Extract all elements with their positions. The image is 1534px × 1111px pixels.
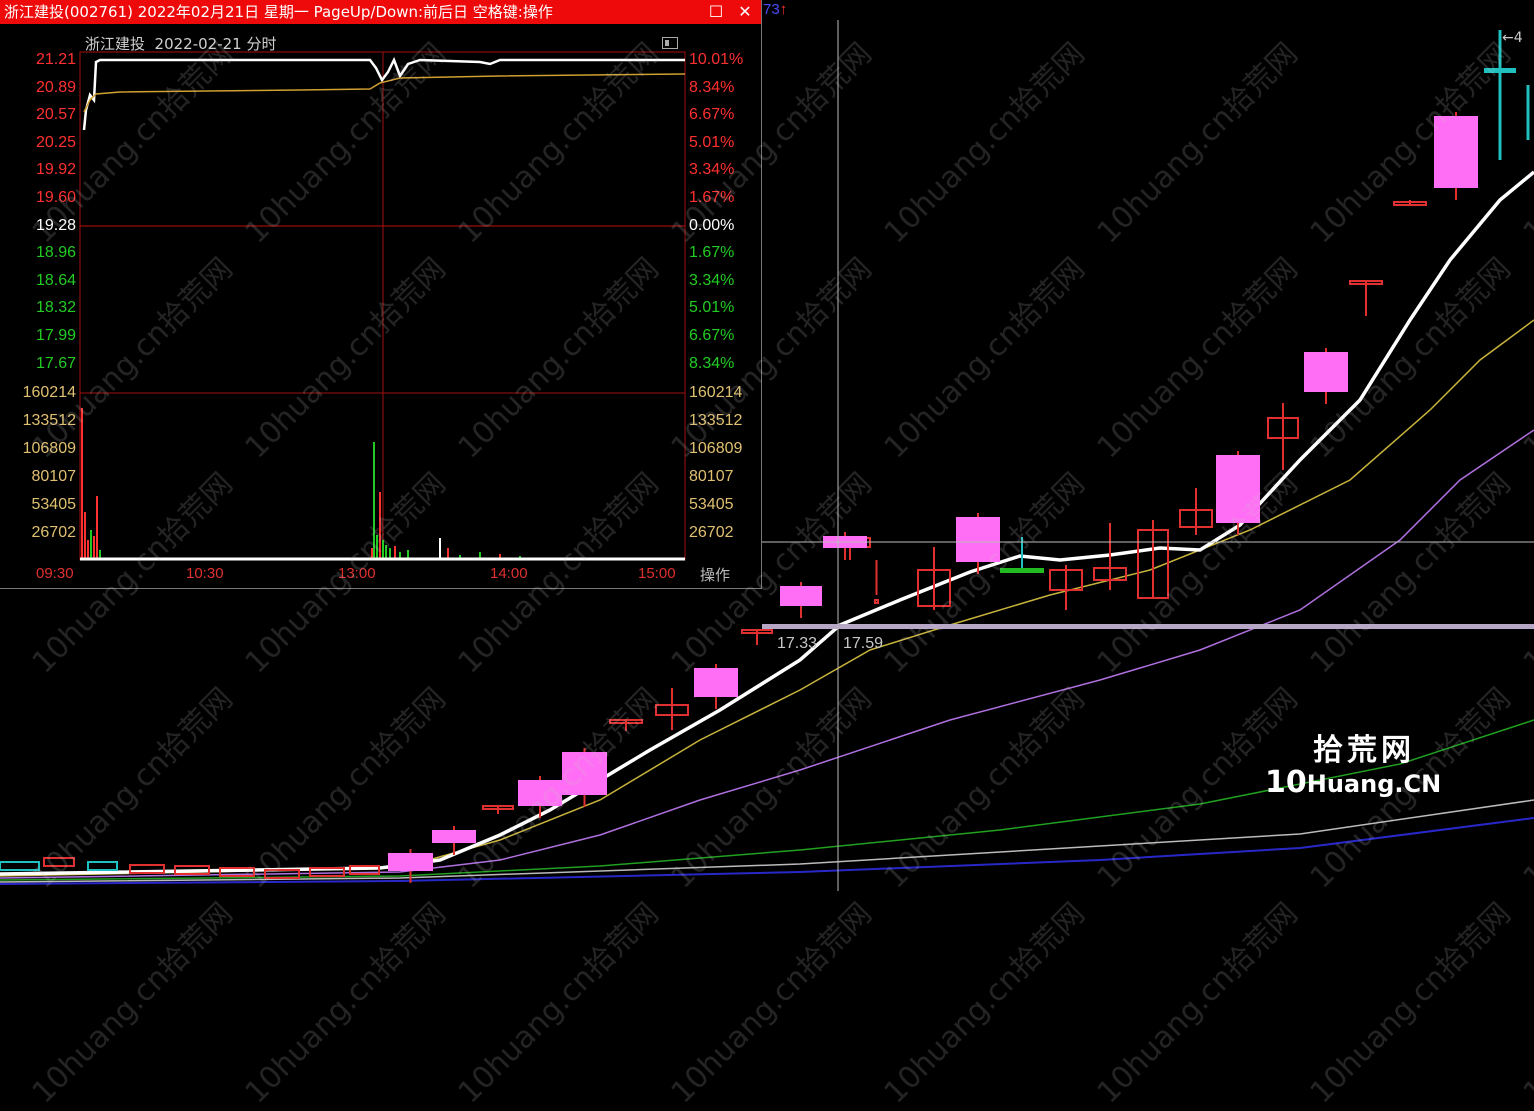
- candle-body: [1304, 352, 1348, 392]
- operate-button[interactable]: 操作: [700, 564, 730, 585]
- price-axis-label: 19.60: [35, 189, 76, 206]
- candle-body: [43, 857, 75, 867]
- candle-body: [87, 861, 118, 871]
- volume-axis-label: 133512: [22, 412, 76, 429]
- candle-body: [1484, 68, 1516, 73]
- candle-body: [1216, 455, 1260, 523]
- volume-axis-label: 160214: [689, 384, 743, 401]
- price-axis-label: 21.21: [35, 51, 76, 68]
- candle-body: [518, 780, 562, 806]
- volume-axis-label: 26702: [31, 524, 77, 541]
- price-line: [82, 56, 685, 131]
- price-axis-label: 17.99: [35, 327, 76, 344]
- chart-code-fragment: 73↑: [763, 1, 788, 18]
- price-axis-label: 20.89: [35, 78, 76, 96]
- price-axis-label: 17.67: [35, 354, 76, 372]
- watermark-text: 10huang.cn拾荒网: [1303, 896, 1518, 1111]
- pct-axis-label: 6.67%: [689, 106, 735, 124]
- pct-axis-label: 8.34%: [689, 354, 735, 372]
- watermark-text: 10huang.cn拾荒网: [1090, 896, 1305, 1111]
- time-axis-label: 14:00: [490, 565, 528, 582]
- candle-body: [1434, 116, 1478, 188]
- time-axis-label: 15:00: [638, 565, 676, 582]
- candle-body: [1000, 568, 1044, 573]
- volume-axis-label: 106809: [22, 440, 76, 457]
- time-axis-label: 09:30: [36, 565, 74, 582]
- candle-body: [562, 752, 607, 795]
- volume-axis-label: 80107: [31, 468, 77, 485]
- watermark-text: 10huang.cn拾荒网: [238, 896, 453, 1111]
- watermark-text: 10huang.cn拾荒网: [664, 896, 879, 1111]
- price-axis-label: 19.28: [35, 216, 76, 234]
- volume-axis-label: 80107: [689, 468, 734, 485]
- candle-body: [780, 586, 822, 606]
- price-axis-label: 18.32: [35, 299, 76, 317]
- volume-axis-label: 133512: [689, 412, 743, 429]
- volume-axis-label: 160214: [22, 384, 76, 401]
- volume-axis-label: 106809: [689, 440, 743, 457]
- price-axis-label: 20.57: [35, 106, 76, 124]
- price-axis-label: 18.64: [35, 271, 76, 289]
- volume-axis-label: 53405: [689, 496, 734, 513]
- pct-axis-label: 5.01%: [689, 299, 735, 317]
- pct-axis-label: 5.01%: [689, 133, 735, 151]
- time-axis-label: 10:30: [186, 565, 224, 582]
- pct-axis-label: 1.67%: [689, 189, 735, 206]
- volume-axis-label: 26702: [689, 524, 734, 541]
- candle-body: [388, 853, 433, 871]
- price-axis-label: 19.92: [35, 161, 76, 179]
- avg-price-line: [83, 73, 686, 113]
- pct-axis-label: 0.00%: [689, 216, 735, 234]
- candle-body: [0, 861, 40, 871]
- candle-body: [874, 599, 879, 604]
- watermark-text: 10huang.cn拾荒网: [25, 896, 240, 1111]
- site-logo: 拾荒网 10Huang.CN: [1265, 733, 1442, 800]
- pct-axis-label: 1.67%: [689, 244, 735, 262]
- support-band: [762, 624, 1534, 629]
- time-axis-label: 13:00: [338, 565, 376, 582]
- price-axis-label: 18.96: [35, 244, 76, 262]
- candle-body: [694, 668, 738, 697]
- pct-axis-label: 10.01%: [689, 51, 744, 68]
- volume-axis-label: 53405: [31, 496, 77, 513]
- watermark-text: 10huang.cn拾荒网: [451, 896, 666, 1111]
- pct-axis-label: 6.67%: [689, 327, 735, 344]
- crosshair-low-label: 17.33: [777, 635, 818, 652]
- candle-body: [432, 830, 476, 843]
- watermark-text: 10huang.cn拾荒网: [877, 896, 1092, 1111]
- watermark-text: 10huang.cn拾荒网: [1516, 896, 1534, 1111]
- pct-axis-label: 3.34%: [689, 161, 735, 179]
- pct-axis-label: 8.34%: [689, 78, 735, 96]
- pct-axis-label: 3.34%: [689, 271, 735, 289]
- candle-body: [956, 517, 1000, 562]
- intraday-chart[interactable]: [0, 0, 762, 589]
- crosshair-high-label: 17.59: [843, 635, 884, 652]
- intraday-popup-window[interactable]: 浙江建投(002761) 2022年02月21日 星期一 PageUp/Down…: [0, 0, 762, 589]
- price-axis-label: 20.25: [35, 133, 76, 151]
- top-price-tag: ←4: [1502, 30, 1523, 46]
